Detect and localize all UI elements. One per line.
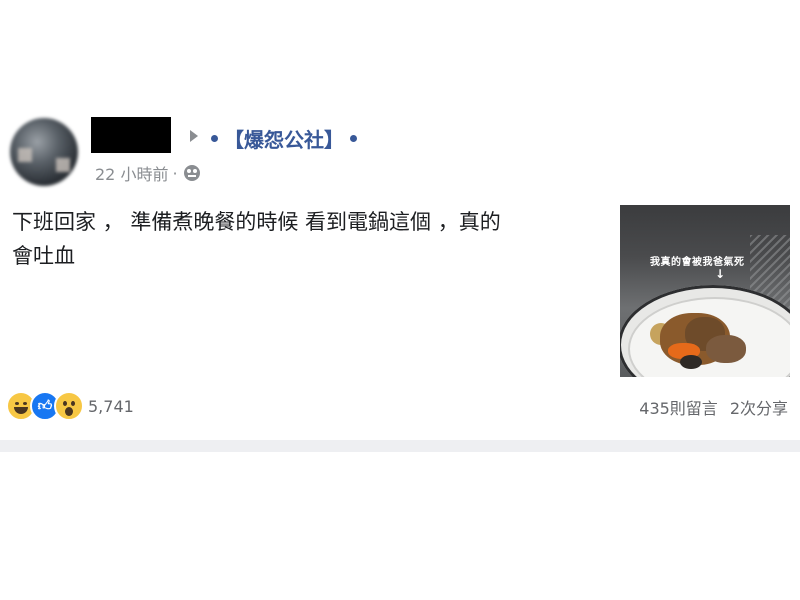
- audience-icon[interactable]: [183, 165, 200, 181]
- reaction-summary[interactable]: 👍︎ 5,741: [6, 391, 134, 421]
- post-stats: 435則留言 2次分享: [639, 395, 788, 419]
- arrow-down-icon: ↓: [715, 267, 726, 281]
- feed-divider: [0, 440, 800, 452]
- shares-count[interactable]: 2次分享: [730, 395, 788, 419]
- post-card: 【爆怨公社】 22 小時前 · 下班回家 ， 準備煮晚餐的時候 看到電鍋這個 ，…: [0, 0, 800, 440]
- dot-icon: [350, 134, 357, 142]
- group-link-row[interactable]: 【爆怨公社】: [211, 124, 357, 152]
- wow-icon: [54, 391, 84, 421]
- reaction-count[interactable]: 5,741: [88, 397, 134, 416]
- thumbnail-caption: 我真的會被我爸氣死: [650, 257, 745, 268]
- post-body: 下班回家 ， 準備煮晚餐的時候 看到電鍋這個 ，真的 會吐血: [12, 205, 602, 273]
- arrow-right-icon: [190, 130, 198, 142]
- post-text-line-1: 下班回家 ， 準備煮晚餐的時候 看到電鍋這個 ，真的: [12, 210, 501, 234]
- page: 【爆怨公社】 22 小時前 · 下班回家 ， 準備煮晚餐的時候 看到電鍋這個 ，…: [0, 0, 800, 600]
- avatar[interactable]: [10, 118, 78, 186]
- post-thumbnail[interactable]: 我真的會被我爸氣死 ↓: [620, 205, 790, 377]
- dot-icon: [211, 134, 218, 142]
- meta-separator: ·: [172, 163, 178, 183]
- redacted-author-name[interactable]: [91, 117, 171, 153]
- comments-count[interactable]: 435則留言: [639, 395, 718, 419]
- post-timestamp[interactable]: 22 小時前: [95, 161, 168, 185]
- post-meta: 22 小時前 ·: [95, 161, 200, 185]
- group-name[interactable]: 【爆怨公社】: [224, 124, 344, 153]
- post-text-line-2: 會吐血: [12, 244, 75, 268]
